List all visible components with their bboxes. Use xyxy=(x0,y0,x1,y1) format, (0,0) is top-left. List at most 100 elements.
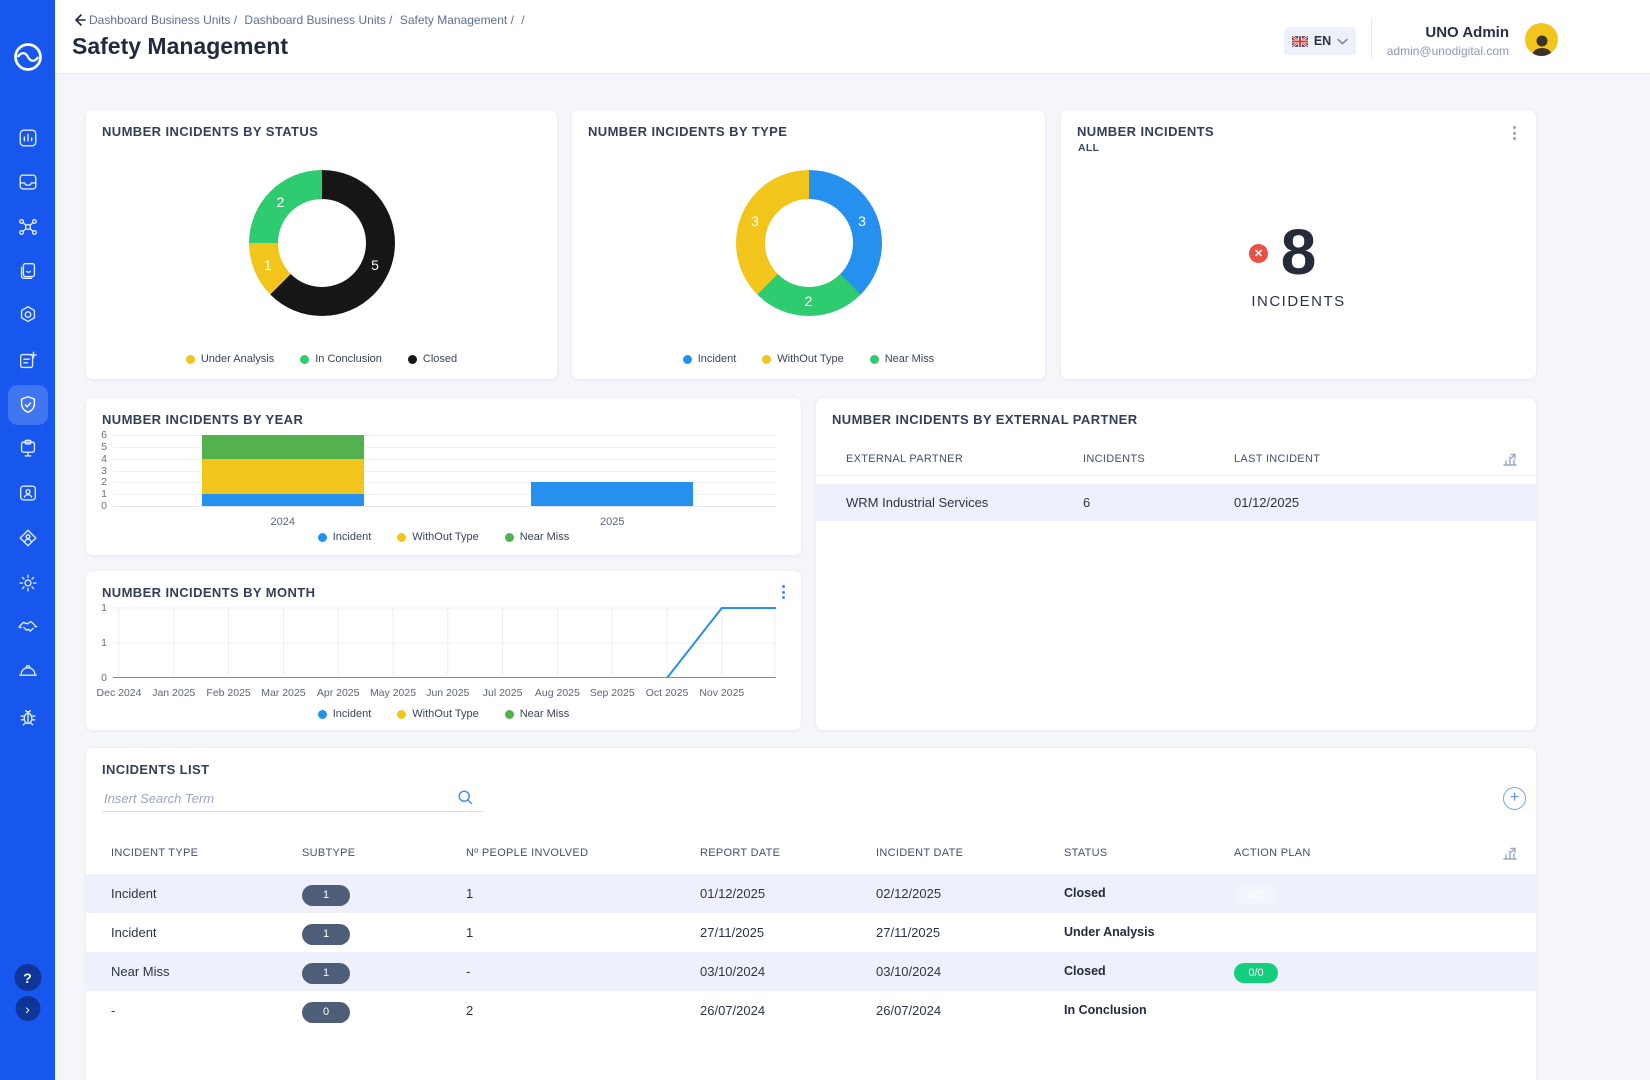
legend-swatch xyxy=(408,355,417,364)
chart-column-icon[interactable] xyxy=(1502,845,1518,861)
user-email: admin@unodigital.com xyxy=(1255,44,1509,58)
app-logo-icon[interactable] xyxy=(11,40,45,74)
legend-label: Incident xyxy=(698,353,737,365)
legend-label: Incident xyxy=(333,708,372,720)
sidebar-item-analytics-icon[interactable] xyxy=(8,118,48,158)
legend-swatch xyxy=(762,355,771,364)
column-header: INCIDENT TYPE xyxy=(111,836,198,870)
sidebar-item-integrations-icon[interactable] xyxy=(8,207,48,247)
sidebar-item-devices-icon[interactable] xyxy=(8,429,48,469)
sidebar-item-documents-icon[interactable] xyxy=(8,251,48,291)
dashboard-content: NUMBER INCIDENTS BY STATUS 512 Under Ana… xyxy=(55,74,1650,1080)
sidebar-expand-button[interactable]: › xyxy=(15,996,40,1021)
search-input[interactable] xyxy=(104,786,434,810)
chart-legend: Incident WithOut Type Near Miss xyxy=(86,531,801,543)
column-header: SUBTYPE xyxy=(302,836,355,870)
card-title: NUMBER INCIDENTS BY MONTH xyxy=(102,585,315,600)
legend-swatch xyxy=(318,710,327,719)
chart-column-icon[interactable] xyxy=(1502,451,1518,467)
y-axis-tick: 1 xyxy=(85,602,107,614)
legend-label: Under Analysis xyxy=(201,353,274,365)
subtype-cell: 1 xyxy=(302,913,350,952)
table-row[interactable]: Incident1101/12/202502/12/2025Closed0/1 xyxy=(86,874,1536,913)
incidents-total-value: 8 xyxy=(1061,220,1536,284)
legend-swatch xyxy=(870,355,879,364)
incident-date-cell: 26/07/2024 xyxy=(876,991,941,1030)
breadcrumb-link[interactable]: Dashboard Business Units / xyxy=(244,13,392,27)
status-donut-chart: 512 xyxy=(249,170,395,316)
card-title: NUMBER INCIDENTS BY TYPE xyxy=(588,124,787,139)
action-plan-cell: 0/0 xyxy=(1234,952,1278,991)
card-number-incidents: NUMBER INCIDENTS ALL ✕ 8 INCIDENTS xyxy=(1060,109,1537,380)
card-title: NUMBER INCIDENTS xyxy=(1077,124,1214,139)
breadcrumb-link[interactable]: Dashboard Business Units / xyxy=(89,13,237,27)
sidebar-item-partners-icon[interactable] xyxy=(8,607,48,647)
avatar-silhouette xyxy=(1529,32,1555,56)
bar-segment-incident xyxy=(202,494,364,506)
avatar[interactable] xyxy=(1525,23,1558,56)
user-name: UNO Admin xyxy=(1255,24,1509,41)
bar-segment-without-type xyxy=(202,459,364,495)
back-arrow-icon[interactable] xyxy=(71,12,87,28)
legend-swatch xyxy=(505,710,514,719)
people-involved-cell: 2 xyxy=(466,991,473,1030)
sidebar-item-new-form-icon[interactable] xyxy=(8,341,48,381)
partner-name: WRM Industrial Services xyxy=(846,484,988,521)
legend-label: WithOut Type xyxy=(777,353,843,365)
y-axis-tick: 5 xyxy=(85,441,107,453)
breadcrumb-link[interactable]: Safety Management / xyxy=(400,13,514,27)
status-cell: In Conclusion xyxy=(1064,991,1147,1030)
card-title: NUMBER INCIDENTS BY YEAR xyxy=(102,412,303,427)
donut-value-label: 2 xyxy=(277,194,285,210)
incident-date-cell: 02/12/2025 xyxy=(876,874,941,913)
donut-value-label: 3 xyxy=(751,213,759,229)
chart-legend: Under AnalysisIn ConclusionClosed xyxy=(86,353,557,365)
legend-label: WithOut Type xyxy=(412,531,478,543)
sidebar-item-contacts-icon[interactable] xyxy=(8,473,48,513)
legend-item: Incident xyxy=(318,708,372,720)
legend-label: Incident xyxy=(333,531,372,543)
status-cell: Closed xyxy=(1064,952,1106,991)
partner-last-incident: 01/12/2025 xyxy=(1234,484,1299,521)
subtype-count-badge: 1 xyxy=(302,885,350,906)
subtype-count-badge: 1 xyxy=(302,963,350,984)
sidebar-item-settings-icon[interactable] xyxy=(8,563,48,603)
legend-label: Near Miss xyxy=(520,531,570,543)
legend-item: Incident xyxy=(318,531,372,543)
column-header: ACTION PLAN xyxy=(1234,836,1311,870)
incident-type-cell: Incident xyxy=(111,874,157,913)
type-donut-chart: 323 xyxy=(736,170,882,316)
y-axis-tick: 1 xyxy=(85,637,107,649)
page-title: Safety Management xyxy=(72,33,288,60)
sidebar-item-inbox-icon[interactable] xyxy=(8,162,48,202)
search-icon[interactable] xyxy=(457,789,474,806)
sidebar-item-issues-bug-icon[interactable] xyxy=(8,697,48,737)
kebab-menu-icon[interactable] xyxy=(1509,122,1520,144)
bar-segment-incident xyxy=(531,482,693,506)
table-row[interactable]: -0226/07/202426/07/2024In Conclusion xyxy=(86,991,1536,1030)
table-row[interactable]: Incident1127/11/202527/11/2025Under Anal… xyxy=(86,913,1536,952)
incidents-total-label: INCIDENTS xyxy=(1061,293,1536,310)
table-row[interactable]: Near Miss1-03/10/202403/10/2024Closed0/0 xyxy=(86,952,1536,991)
partner-incidents: 6 xyxy=(1083,484,1090,521)
subtype-cell: 1 xyxy=(302,952,350,991)
legend-label: WithOut Type xyxy=(412,708,478,720)
legend-item: Incident xyxy=(683,353,737,365)
sidebar-item-safety-shield-icon[interactable] xyxy=(8,385,48,425)
sidebar-item-ppe-helmet-icon[interactable] xyxy=(8,651,48,691)
legend-item: Near Miss xyxy=(870,353,935,365)
card-incidents-by-external-partner: NUMBER INCIDENTS BY EXTERNAL PARTNER EXT… xyxy=(815,397,1537,731)
sidebar-item-machine-settings-icon[interactable] xyxy=(8,295,48,335)
kebab-menu-icon[interactable] xyxy=(778,581,789,603)
y-axis-tick: 3 xyxy=(85,465,107,477)
partner-table-row[interactable]: WRM Industrial Services 6 01/12/2025 xyxy=(816,484,1536,521)
add-incident-button[interactable]: + xyxy=(1503,787,1526,810)
report-date-cell: 03/10/2024 xyxy=(700,952,765,991)
incident-date-cell: 03/10/2024 xyxy=(876,952,941,991)
action-plan-badge: 0/1 xyxy=(1234,885,1278,905)
legend-swatch xyxy=(397,533,406,542)
report-date-cell: 01/12/2025 xyxy=(700,874,765,913)
legend-swatch xyxy=(300,355,309,364)
sidebar-item-external-users-icon[interactable] xyxy=(8,518,48,558)
help-button[interactable]: ? xyxy=(14,964,41,991)
